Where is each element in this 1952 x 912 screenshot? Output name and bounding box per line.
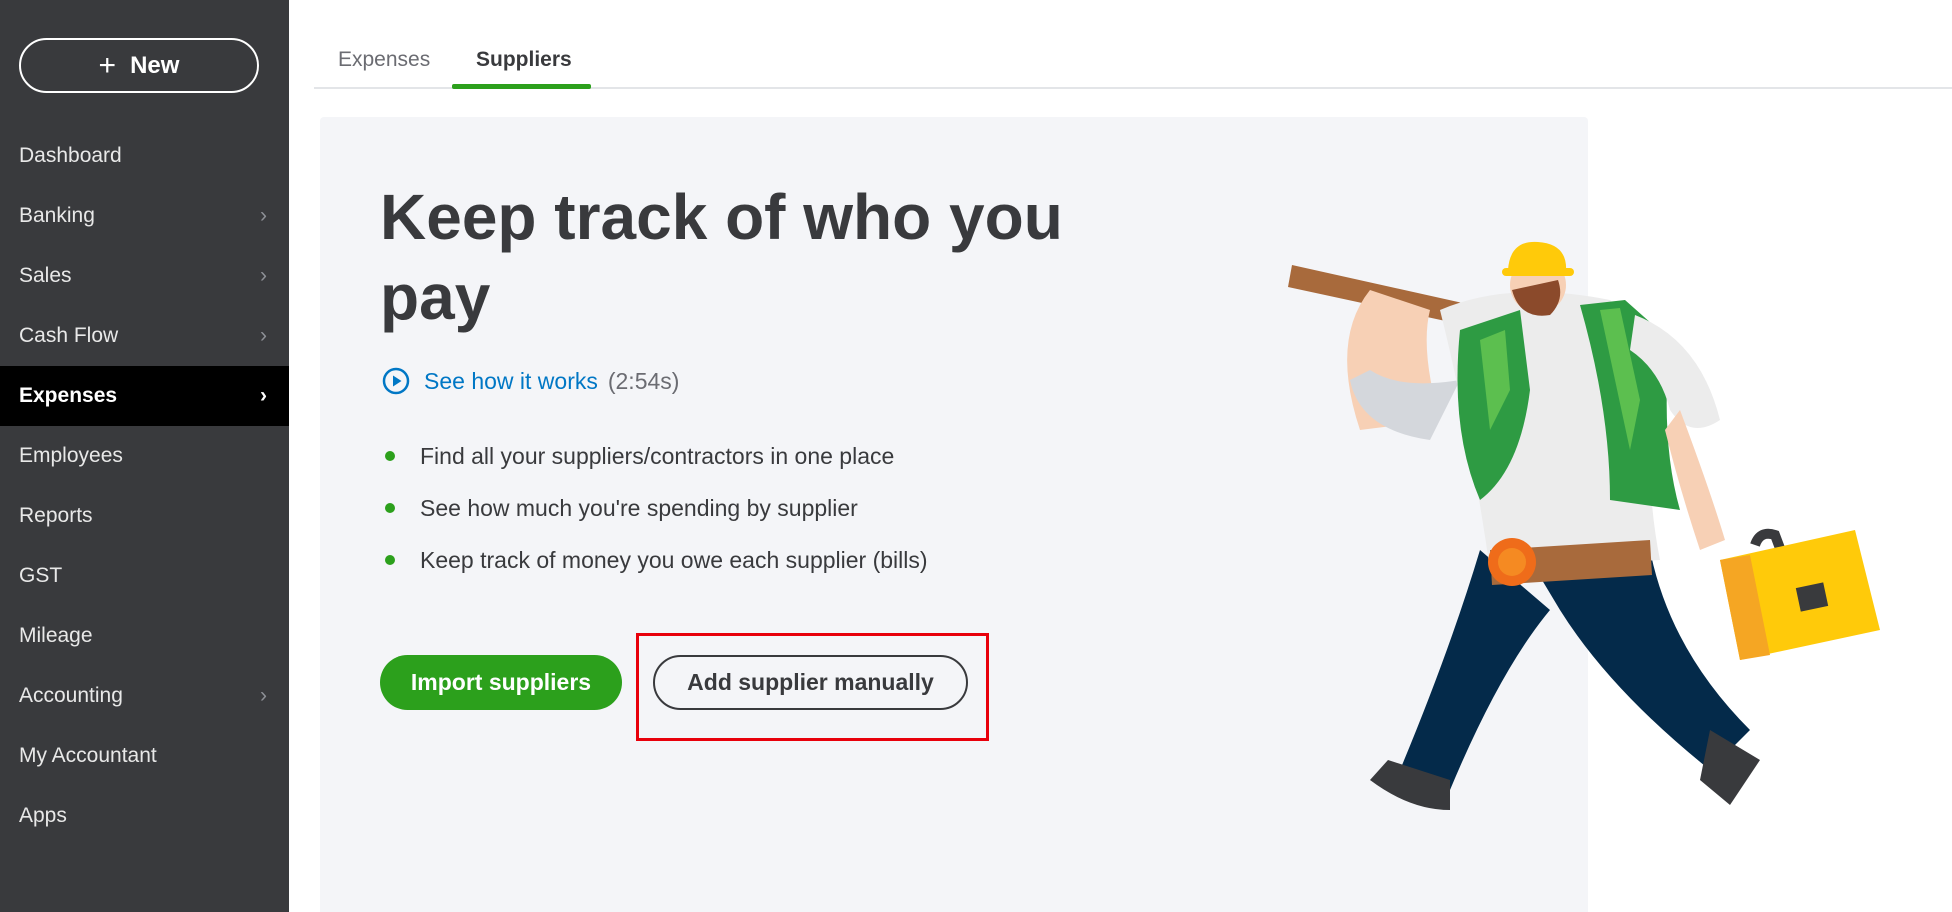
sidebar-item-label: Employees — [19, 444, 123, 467]
bullet-dot-icon — [385, 555, 395, 565]
sidebar-item-banking[interactable]: Banking › — [0, 186, 289, 246]
video-link[interactable]: See how it works (2:54s) — [382, 367, 679, 395]
plus-icon: + — [98, 48, 117, 82]
chevron-right-icon: › — [260, 324, 267, 347]
active-tab-indicator — [452, 84, 591, 89]
sidebar-item-label: Cash Flow — [19, 324, 119, 347]
sidebar-item-gst[interactable]: GST — [0, 546, 289, 606]
list-item: Keep track of money you owe each supplie… — [382, 534, 928, 586]
tab-bar: Expenses Suppliers — [314, 0, 1952, 89]
sidebar-item-label: My Accountant — [19, 744, 157, 767]
bullet-dot-icon — [385, 451, 395, 461]
import-suppliers-button[interactable]: Import suppliers — [380, 655, 622, 710]
sidebar-item-apps[interactable]: Apps — [0, 786, 289, 846]
chevron-right-icon: › — [260, 204, 267, 227]
video-link-label[interactable]: See how it works — [424, 368, 598, 395]
sidebar-item-cash-flow[interactable]: Cash Flow › — [0, 306, 289, 366]
sidebar-item-reports[interactable]: Reports — [0, 486, 289, 546]
sidebar: + New Dashboard Banking › Sales › Cash F… — [0, 0, 289, 912]
sidebar-item-label: GST — [19, 564, 63, 587]
list-item-text: See how much you're spending by supplier — [420, 494, 858, 521]
sidebar-item-label: Accounting — [19, 684, 123, 707]
add-supplier-manually-button[interactable]: Add supplier manually — [653, 655, 968, 710]
sidebar-item-label: Expenses — [19, 384, 118, 407]
tab-expenses[interactable]: Expenses — [338, 48, 430, 72]
sidebar-item-dashboard[interactable]: Dashboard — [0, 126, 289, 186]
new-button-label: New — [130, 51, 180, 79]
bullet-dot-icon — [385, 503, 395, 513]
play-circle-icon — [382, 367, 410, 395]
list-item: Find all your suppliers/contractors in o… — [382, 430, 928, 482]
sidebar-item-label: Apps — [19, 804, 67, 827]
tab-suppliers[interactable]: Suppliers — [476, 48, 572, 72]
chevron-right-icon: › — [260, 684, 267, 707]
sidebar-item-my-accountant[interactable]: My Accountant — [0, 726, 289, 786]
sidebar-item-mileage[interactable]: Mileage — [0, 606, 289, 666]
worker-illustration — [1288, 241, 1880, 810]
chevron-right-icon: › — [260, 264, 267, 287]
list-item: See how much you're spending by supplier — [382, 482, 928, 534]
sidebar-item-accounting[interactable]: Accounting › — [0, 666, 289, 726]
sidebar-nav: Dashboard Banking › Sales › Cash Flow › … — [0, 126, 289, 846]
sidebar-item-sales[interactable]: Sales › — [0, 246, 289, 306]
feature-list: Find all your suppliers/contractors in o… — [382, 430, 928, 586]
list-item-text: Keep track of money you owe each supplie… — [420, 546, 928, 573]
page-headline: Keep track of who you pay — [380, 181, 1063, 333]
sidebar-item-label: Sales — [19, 264, 72, 287]
sidebar-item-expenses[interactable]: Expenses › — [0, 366, 289, 426]
sidebar-item-label: Banking — [19, 204, 95, 227]
sidebar-item-label: Reports — [19, 504, 93, 527]
video-duration: (2:54s) — [607, 367, 680, 394]
sidebar-item-label: Dashboard — [19, 144, 122, 167]
sidebar-item-employees[interactable]: Employees — [0, 426, 289, 486]
chevron-right-icon: › — [260, 384, 267, 407]
list-item-text: Find all your suppliers/contractors in o… — [420, 442, 895, 469]
new-button[interactable]: + New — [19, 38, 259, 93]
sidebar-item-label: Mileage — [19, 624, 93, 647]
